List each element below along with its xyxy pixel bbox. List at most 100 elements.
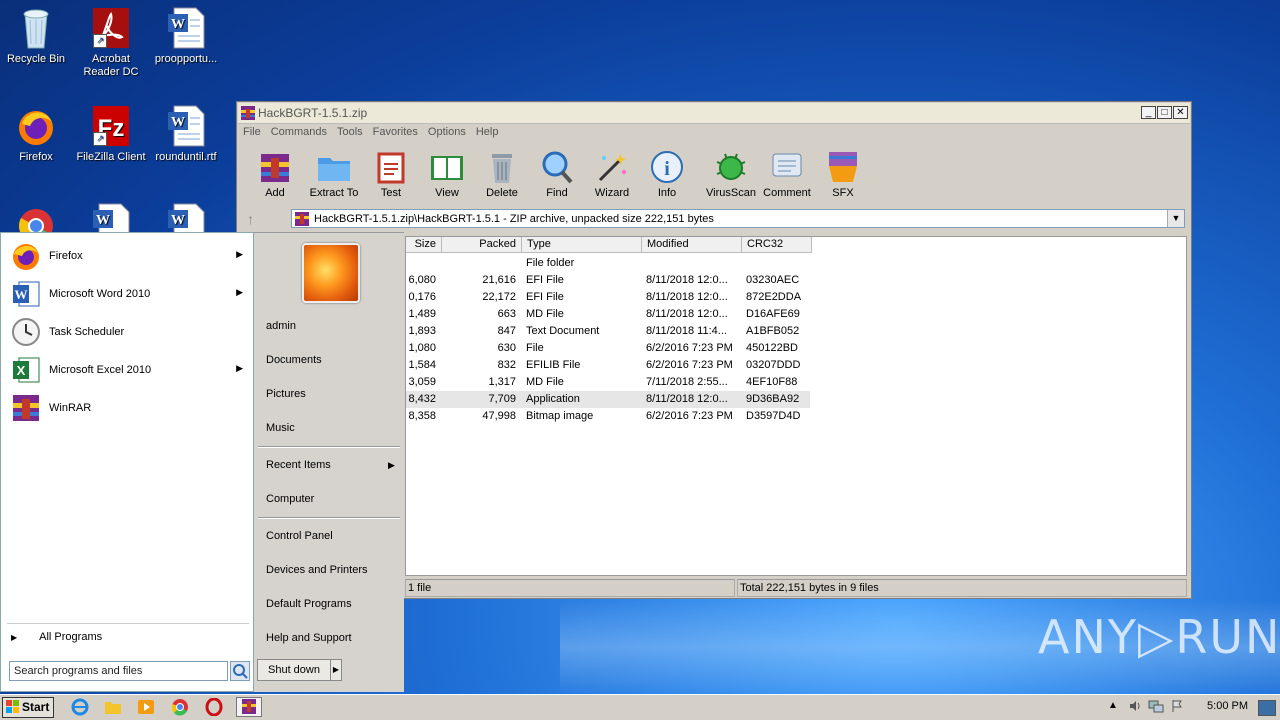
cell-packed: 847 xyxy=(497,325,516,337)
svg-text:W: W xyxy=(96,213,110,228)
menu-bar: File Commands Tools Favorites Options Help xyxy=(238,124,1190,142)
submenu-arrow-icon: ▶ xyxy=(236,363,243,373)
path-combobox[interactable]: HackBGRT-1.5.1.zip\HackBGRT-1.5.1 - ZIP … xyxy=(291,209,1185,228)
desktop-icon-proopportu[interactable]: W proopportu... xyxy=(148,6,224,66)
table-row[interactable]: 1,080 630 File 6/2/2016 7:23 PM 450122BD xyxy=(406,340,810,357)
winrar-taskbar-button[interactable] xyxy=(236,697,262,717)
place-computer[interactable]: Computer xyxy=(266,493,314,505)
wizard-wand-icon xyxy=(594,150,630,184)
user-avatar[interactable] xyxy=(302,243,360,303)
extract-to-button[interactable]: Extract To xyxy=(306,150,362,199)
info-button[interactable]: i Info xyxy=(639,150,695,199)
search-input[interactable]: Search programs and files xyxy=(9,661,228,681)
table-row[interactable]: 3,059 1,317 MD File 7/11/2018 2:55... 4E… xyxy=(406,374,810,391)
shutdown-button[interactable]: Shut down xyxy=(257,659,331,681)
program-item-word[interactable]: W Microsoft Word 2010 ▶ xyxy=(7,277,251,311)
column-header-packed[interactable]: Packed xyxy=(442,237,522,253)
show-desktop-icon[interactable] xyxy=(1258,700,1276,716)
minimize-button[interactable]: _ xyxy=(1141,106,1156,119)
maximize-button[interactable]: □ xyxy=(1157,106,1172,119)
find-button[interactable]: Find xyxy=(529,150,585,199)
place-recent-items[interactable]: Recent Items xyxy=(266,459,331,471)
place-help-support[interactable]: Help and Support xyxy=(266,632,352,644)
table-row[interactable]: File folder xyxy=(406,255,810,272)
program-item-task-scheduler[interactable]: Task Scheduler xyxy=(7,315,251,349)
internet-explorer-icon[interactable] xyxy=(71,698,89,716)
table-row[interactable]: 1,584 832 EFILIB File 6/2/2016 7:23 PM 0… xyxy=(406,357,810,374)
cell-size: 8,358 xyxy=(408,410,436,422)
tool-label: Delete xyxy=(486,187,518,199)
shortcut-arrow-icon: ↗ xyxy=(93,34,107,48)
menu-commands[interactable]: Commands xyxy=(266,124,332,140)
wizard-button[interactable]: Wizard xyxy=(584,150,640,199)
view-button[interactable]: View xyxy=(419,150,475,199)
test-button[interactable]: Test xyxy=(363,150,419,199)
table-row[interactable]: 1,489 663 MD File 8/11/2018 12:0... D16A… xyxy=(406,306,810,323)
column-header-modified[interactable]: Modified xyxy=(642,237,742,253)
menu-help[interactable]: Help xyxy=(471,124,504,140)
cell-size: 1,584 xyxy=(408,359,436,371)
cell-packed: 663 xyxy=(497,308,516,320)
firefox-icon xyxy=(11,241,41,271)
program-item-excel[interactable]: X Microsoft Excel 2010 ▶ xyxy=(7,353,251,387)
opera-icon[interactable] xyxy=(205,697,223,717)
close-button[interactable]: ✕ xyxy=(1173,106,1188,119)
place-user[interactable]: admin xyxy=(266,320,296,332)
menu-options[interactable]: Options xyxy=(423,124,471,140)
table-row[interactable]: 1,893 847 Text Document 8/11/2018 11:4..… xyxy=(406,323,810,340)
place-documents[interactable]: Documents xyxy=(266,354,322,366)
network-icon[interactable] xyxy=(1148,699,1164,716)
start-label: Start xyxy=(22,700,50,714)
start-button[interactable]: Start xyxy=(2,697,54,718)
column-header-size[interactable]: Size xyxy=(406,237,442,253)
menu-tools[interactable]: Tools xyxy=(332,124,368,140)
table-row[interactable]: 8,358 47,998 Bitmap image 6/2/2016 7:23 … xyxy=(406,408,810,425)
up-arrow-icon[interactable]: ↑ xyxy=(247,211,265,227)
place-pictures[interactable]: Pictures xyxy=(266,388,306,400)
program-item-winrar[interactable]: WinRAR xyxy=(7,391,251,425)
desktop-icon-acrobat[interactable]: ↗ Acrobat Reader DC xyxy=(73,6,149,79)
delete-button[interactable]: Delete xyxy=(474,150,530,199)
table-row-selected[interactable]: 8,432 7,709 Application 8/11/2018 12:0..… xyxy=(406,391,810,408)
all-programs-button[interactable]: ▶ All Programs xyxy=(11,631,102,643)
place-music[interactable]: Music xyxy=(266,422,295,434)
tool-label: Comment xyxy=(763,187,811,199)
file-list[interactable]: Size Packed Type Modified CRC32 File fol… xyxy=(405,236,1187,576)
column-header-crc32[interactable]: CRC32 xyxy=(742,237,812,253)
desktop-icon-firefox[interactable]: Firefox xyxy=(0,104,74,164)
add-button[interactable]: Add xyxy=(247,150,303,199)
place-control-panel[interactable]: Control Panel xyxy=(266,530,333,542)
comment-button[interactable]: Comment xyxy=(759,150,815,199)
desktop-icon-recycle-bin[interactable]: Recycle Bin xyxy=(0,6,74,66)
chevron-down-icon[interactable]: ▼ xyxy=(1167,210,1184,227)
column-header-type[interactable]: Type xyxy=(522,237,642,253)
clock[interactable]: 5:00 PM xyxy=(1207,700,1248,712)
place-default-programs[interactable]: Default Programs xyxy=(266,598,352,610)
menu-favorites[interactable]: Favorites xyxy=(368,124,423,140)
desktop-icon-rounduntil[interactable]: W rounduntil.rtf xyxy=(148,104,224,164)
search-icon[interactable] xyxy=(230,661,250,681)
media-player-icon[interactable] xyxy=(137,698,155,716)
volume-icon[interactable] xyxy=(1128,699,1142,716)
shutdown-options-arrow-icon[interactable]: ▶ xyxy=(330,659,342,681)
show-hidden-icons-icon[interactable]: ▲ xyxy=(1108,700,1118,711)
winrar-icon xyxy=(242,699,256,714)
info-icon: i xyxy=(649,150,685,184)
virusscan-button[interactable]: VirusScan xyxy=(703,150,759,199)
title-bar[interactable]: HackBGRT-1.5.1.zip _ □ ✕ xyxy=(238,103,1190,124)
table-row[interactable]: 0,176 22,172 EFI File 8/11/2018 12:0... … xyxy=(406,289,810,306)
place-devices-printers[interactable]: Devices and Printers xyxy=(266,564,368,576)
cell-modified: 8/11/2018 12:0... xyxy=(646,308,728,320)
sfx-button[interactable]: SFX xyxy=(815,150,871,199)
table-row[interactable]: 6,080 21,616 EFI File 8/11/2018 12:0... … xyxy=(406,272,810,289)
anyrun-watermark: ANY▷RUN xyxy=(1038,610,1280,664)
desktop-icon-filezilla[interactable]: Fz ↗ FileZilla Client xyxy=(73,104,149,164)
virus-scan-bug-icon xyxy=(713,150,749,184)
action-center-flag-icon[interactable] xyxy=(1170,699,1184,716)
file-explorer-icon[interactable] xyxy=(104,698,122,716)
chrome-icon[interactable] xyxy=(171,698,189,716)
menu-file[interactable]: File xyxy=(238,124,266,140)
program-item-firefox[interactable]: Firefox ▶ xyxy=(7,239,251,273)
cell-packed: 21,616 xyxy=(482,274,516,286)
test-clipboard-icon xyxy=(373,150,409,184)
